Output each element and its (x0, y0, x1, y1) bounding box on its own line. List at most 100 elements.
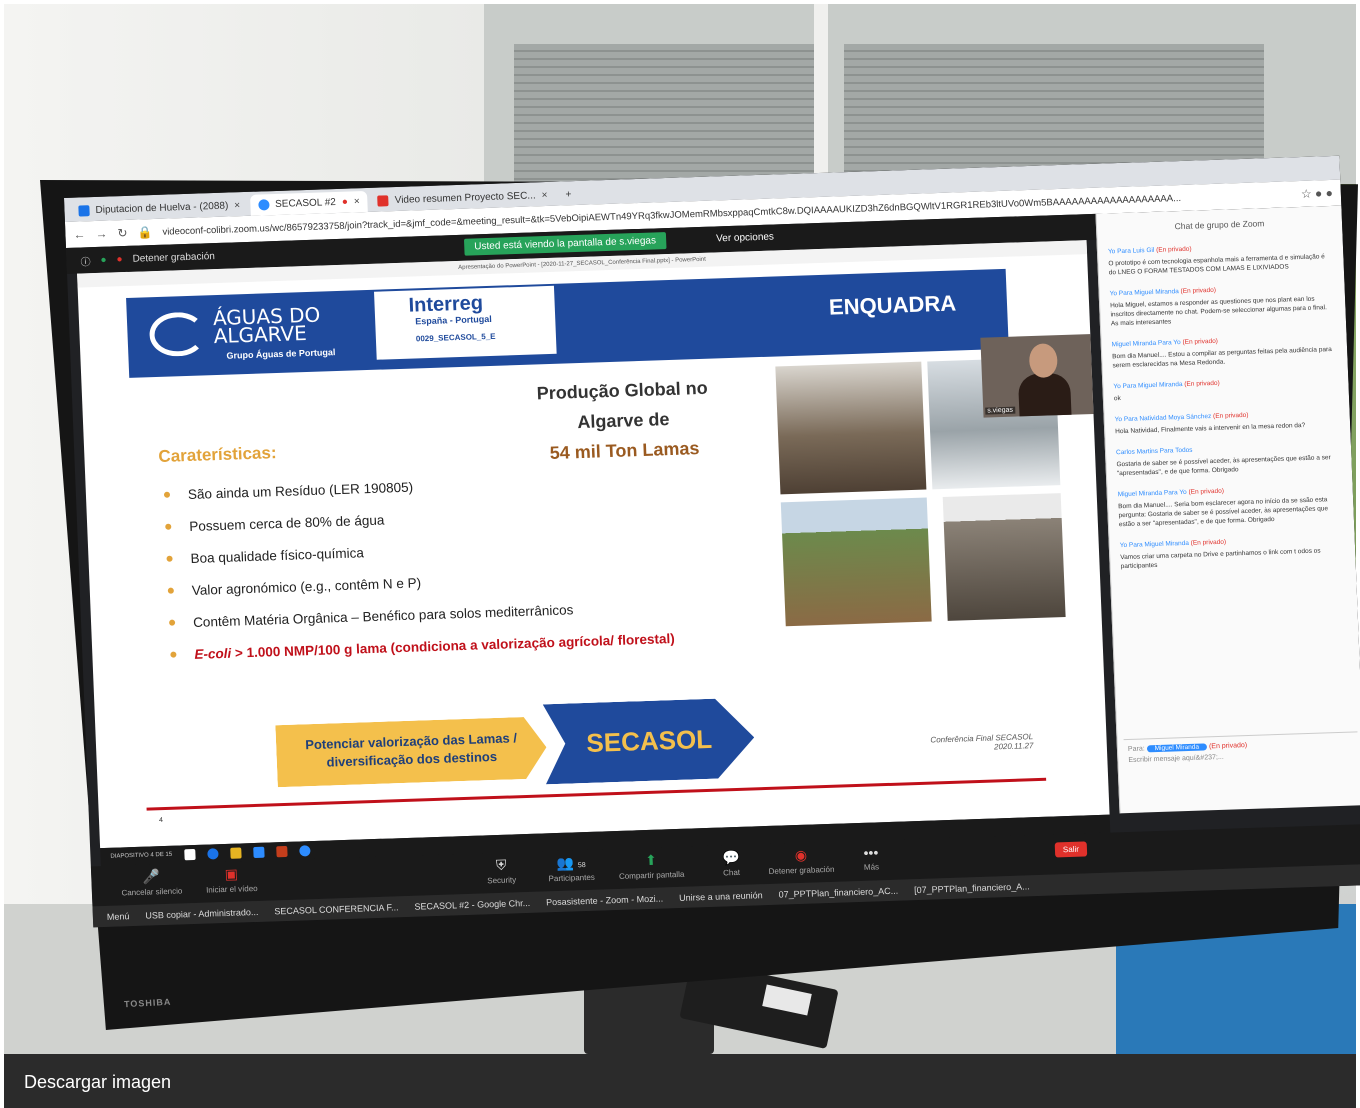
share-screen-button[interactable]: ⬆ Compartir pantalla (611, 851, 692, 882)
lock-icon: 🔒 (137, 225, 153, 240)
shield-icon[interactable]: ● (100, 255, 106, 266)
close-icon[interactable]: × (354, 196, 360, 207)
chat-panel: Chat de grupo de Zoom Yo Para Luis Gil (… (1095, 205, 1360, 814)
msg-header: Yo Para Miguel Miranda (1119, 539, 1190, 550)
msg-header: Yo Para Luis Gil (1107, 246, 1155, 256)
sample-glass-photo (942, 493, 1066, 621)
record-button[interactable]: ◉ Detener grabación (761, 846, 842, 877)
monitor-screen: Diputacion de Huelva - (2088) × SECASOL … (64, 155, 1360, 928)
huelva-icon (78, 205, 90, 217)
bullet-icon (163, 491, 171, 498)
taskbar-item[interactable]: SECASOL CONFERENCIA F... (274, 902, 399, 916)
msg-text: Bom dia Manuel.... Estou a compilar as p… (1112, 346, 1332, 370)
close-icon[interactable]: × (234, 200, 240, 211)
bullet-icon (170, 651, 177, 658)
msg-text: Bom dia Manuel.... Seria bom esclarecer … (1118, 496, 1329, 529)
close-icon[interactable]: × (541, 190, 547, 201)
msg-priv: (En privado) (1212, 411, 1249, 421)
page-number: 4 (158, 817, 164, 825)
ecoli-rest: > 1.000 NMP/100 g lama (condiciona a val… (230, 630, 676, 661)
chat-icon: 💬 (721, 848, 741, 866)
logo-title-2: ALGARVE (213, 321, 308, 349)
more-icon: ••• (863, 844, 879, 861)
field-photo (780, 497, 932, 627)
chat-message: Miguel Miranda Para Yo (En privado) Bom d… (1108, 482, 1355, 541)
bullet-text: Contêm Matéria Orgânica – Benéfico para … (192, 601, 574, 630)
msg-header: Yo Para Miguel Miranda (1109, 288, 1179, 298)
msg-priv: (En privado) (1184, 379, 1220, 388)
security-button[interactable]: ⛨ Security (461, 856, 542, 887)
participants-count: 58 (577, 862, 586, 870)
taskbar-item[interactable]: Unirse a una reunión (679, 890, 763, 903)
shared-screen: Apresentação do PowerPoint - [2020-11-27… (77, 240, 1110, 849)
recording-dot-icon: ● (341, 196, 349, 208)
interreg-code: 0029_SECASOL_5_E (415, 331, 496, 344)
video-label: Iniciar el vídeo (205, 883, 258, 895)
windows-icon (183, 848, 196, 860)
tab-label: SECASOL #2 (274, 196, 337, 210)
logo-subtitle: Grupo Águas de Portugal (226, 347, 336, 361)
share-label: Compartir pantalla (618, 869, 685, 881)
bullet-text: Valor agronómico (e.g., contêm N e P) (191, 574, 422, 598)
viewing-banner: Usted está viendo la pantalla de s.viega… (463, 232, 667, 256)
security-label: Security (487, 875, 517, 886)
microphone-off-icon: 🎤 (142, 868, 161, 885)
speaker-name: s.viegas (985, 406, 1016, 415)
edge-icon (252, 846, 265, 858)
chat-input-area[interactable]: Para: Miguel Miranda (En privado) Escrib… (1123, 731, 1360, 784)
recording-icon: ● (116, 254, 123, 266)
speaker-video[interactable]: s.viegas (980, 333, 1104, 418)
leave-button[interactable]: Salir (1054, 841, 1088, 858)
powerpoint-icon (275, 845, 288, 857)
secasol-arrow: SECASOL (543, 697, 756, 784)
new-tab-button[interactable]: + (557, 184, 580, 206)
msg-priv: (En privado) (1182, 337, 1219, 346)
menu-button[interactable]: Menú (107, 911, 130, 922)
download-bar: Descargar imagen (4, 1054, 1356, 1108)
taskbar-item[interactable]: 07_PPTPlan_financiero_AC... (778, 885, 898, 899)
taskbar-item[interactable]: USB copiar - Administrado... (145, 906, 258, 920)
features-title: Caraterísticas: (158, 443, 277, 466)
back-icon[interactable]: ← (73, 227, 86, 241)
taskbar-item[interactable]: SECASOL #2 - Google Chr... (414, 897, 530, 911)
zoom-icon (257, 199, 270, 211)
slide-counter: DIAPOSITIVO 4 DE 15 (110, 851, 173, 860)
msg-priv: (En privado) (1190, 538, 1227, 547)
participants-button[interactable]: 👥 58 Participantes (531, 853, 612, 884)
to-label: Para: (1127, 745, 1145, 754)
plus-icon: + (565, 189, 572, 201)
msg-header: Miguel Miranda Para Yo (1117, 488, 1187, 499)
camera-off-icon: ▣ (224, 865, 239, 883)
forward-icon[interactable]: → (95, 227, 108, 241)
stop-recording-label[interactable]: Detener grabación (132, 251, 215, 265)
production-text: Produção Global no Algarve de 54 mil Ton… (512, 372, 735, 469)
msg-priv: (En privado) (1188, 487, 1225, 496)
conference-note: Conferência Final SECASOL 2020.11.27 (930, 732, 1033, 753)
chat-button[interactable]: 💬 Chat (691, 848, 772, 879)
mute-button[interactable]: 🎤 Cancelar silencio (111, 867, 192, 898)
tab-label: Video resumen Proyecto SEC... (394, 190, 536, 207)
extensions-icon[interactable]: ☆ ● ● (1301, 186, 1333, 201)
participants-icon: 👥 58 (556, 854, 586, 872)
view-options-button[interactable]: Ver opciones (716, 231, 774, 244)
msg-priv: (En privado) (1156, 245, 1192, 254)
record-icon: ◉ (794, 846, 808, 864)
share-icon: ⬆ (644, 851, 658, 869)
participants-label: Participantes (548, 872, 595, 884)
record-label: Detener grabación (768, 864, 835, 876)
more-button[interactable]: ••• Más (831, 843, 912, 873)
bullet-text: E-coli > 1.000 NMP/100 g lama (condicion… (194, 630, 675, 661)
taskbar-item[interactable]: Posasistente - Zoom - Mozi... (546, 893, 663, 907)
info-icon[interactable]: ⓘ (80, 253, 90, 268)
shield-icon: ⛨ (495, 856, 507, 874)
more-label: Más (863, 862, 880, 872)
taskbar-item[interactable]: [07_PPTPlan_financiero_A... (914, 881, 1030, 895)
reload-icon[interactable]: ↻ (117, 226, 128, 240)
recipient-select[interactable]: Miguel Miranda (1146, 743, 1208, 753)
zoom-app-icon (298, 844, 311, 857)
msg-header: Yo Para Natividad Moya Sánchez (1114, 413, 1212, 424)
download-image-link[interactable]: Descargar imagen (24, 1072, 171, 1093)
aguas-algarve-logo: ÁGUAS DO ALGARVE Grupo Águas de Portugal (128, 292, 361, 376)
video-button[interactable]: ▣ Iniciar el vídeo (191, 864, 272, 895)
wave-icon (148, 311, 207, 358)
